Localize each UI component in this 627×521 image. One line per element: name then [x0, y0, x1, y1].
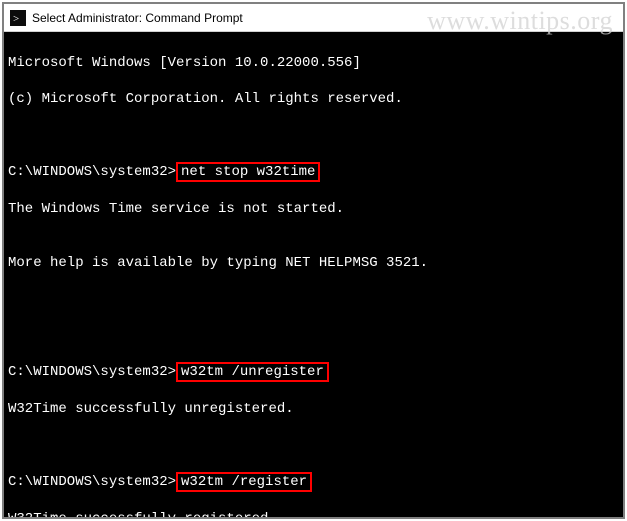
svg-text:>: >	[13, 13, 19, 25]
prompt-line: C:\WINDOWS\system32>w32tm /unregister	[8, 362, 619, 382]
blank-line	[8, 290, 619, 308]
header-line: Microsoft Windows [Version 10.0.22000.55…	[8, 54, 619, 72]
titlebar[interactable]: > Select Administrator: Command Prompt	[4, 4, 623, 32]
output-line: W32Time successfully registered.	[8, 510, 619, 517]
terminal-output[interactable]: Microsoft Windows [Version 10.0.22000.55…	[4, 32, 623, 517]
command-highlight: w32tm /unregister	[176, 362, 329, 382]
command-prompt-window: > Select Administrator: Command Prompt M…	[2, 2, 625, 519]
prompt: C:\WINDOWS\system32>	[8, 364, 176, 380]
prompt: C:\WINDOWS\system32>	[8, 164, 176, 180]
output-line: The Windows Time service is not started.	[8, 200, 619, 218]
blank-line	[8, 436, 619, 454]
output-line: More help is available by typing NET HEL…	[8, 254, 619, 272]
header-line: (c) Microsoft Corporation. All rights re…	[8, 90, 619, 108]
window-title: Select Administrator: Command Prompt	[32, 11, 243, 25]
prompt-line: C:\WINDOWS\system32>w32tm /register	[8, 472, 619, 492]
output-line: W32Time successfully unregistered.	[8, 400, 619, 418]
prompt-line: C:\WINDOWS\system32>net stop w32time	[8, 162, 619, 182]
command-highlight: w32tm /register	[176, 472, 312, 492]
command-highlight: net stop w32time	[176, 162, 320, 182]
blank-line	[8, 326, 619, 344]
cmd-icon: >	[10, 10, 26, 26]
prompt: C:\WINDOWS\system32>	[8, 474, 176, 490]
blank-line	[8, 126, 619, 144]
